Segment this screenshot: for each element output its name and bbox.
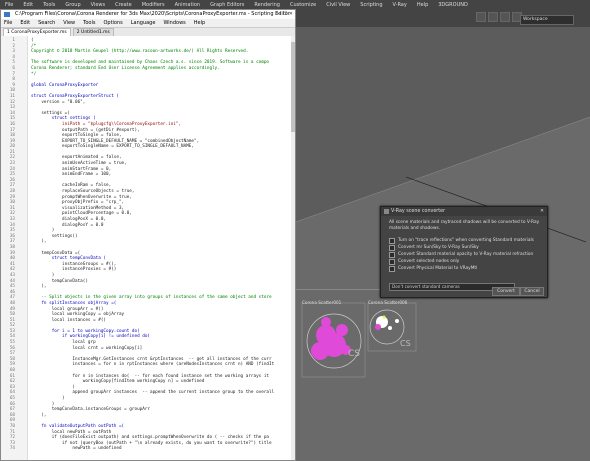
cancel-button[interactable]: Cancel xyxy=(520,287,544,296)
checkbox[interactable] xyxy=(389,252,395,258)
menu-item[interactable]: Animation xyxy=(170,2,206,8)
tool-icon[interactable] xyxy=(500,12,510,22)
menu-item[interactable]: Civil View xyxy=(321,2,355,8)
menu-item[interactable]: Edit xyxy=(18,2,38,8)
menu-item[interactable]: Modifiers xyxy=(137,2,170,8)
editor-app-icon xyxy=(4,12,10,17)
option-label: Turn on "trace reflections" when convert… xyxy=(398,238,534,243)
option-label: Convert Physical Material to VRayMtl xyxy=(398,266,478,271)
menu-item[interactable]: V-Ray xyxy=(388,2,412,8)
editor-menu-item[interactable]: Search xyxy=(38,19,55,27)
menu-item[interactable]: 3DGROUND xyxy=(433,2,473,8)
code-line: 74 newPath = undefined xyxy=(1,446,295,452)
scatter-label-2: Corona Scatter006 xyxy=(368,300,408,305)
menu-item[interactable]: Graph Editors xyxy=(205,2,249,8)
line-text: newPath = undefined xyxy=(31,446,122,452)
code-lines: 1(2/* 3 Copyright © 2018 Martin Geupel (ht… xyxy=(1,38,295,452)
tab-coronaproxyexporter[interactable]: 1 CoronaProxyExporter.ms xyxy=(3,28,71,36)
scripting-editor-window: C:\Program Files\Corona\Corona Renderer … xyxy=(0,9,296,461)
tool-icon[interactable] xyxy=(476,12,486,22)
menu-item[interactable]: Scripting xyxy=(355,2,387,8)
editor-menu-item[interactable]: Help xyxy=(194,19,205,27)
editor-menu-item[interactable]: Edit xyxy=(20,19,30,27)
option-label: Convert mr Sun/Sky to V-Ray Sun/Sky xyxy=(398,245,479,250)
menu-item[interactable]: File xyxy=(0,2,18,8)
tool-icon[interactable] xyxy=(488,12,498,22)
checkbox[interactable] xyxy=(389,238,395,244)
main-menu-bar: File Edit Tools Group Views Create Modifiers An… xyxy=(0,0,590,9)
line-number: 74 xyxy=(9,446,15,452)
checkbox[interactable] xyxy=(389,266,395,272)
checkbox[interactable] xyxy=(389,245,395,251)
window-controls-icon[interactable]: — ☐ ✕ xyxy=(276,10,293,19)
editor-menu-item[interactable]: File xyxy=(4,19,12,27)
editor-menu-item[interactable]: View xyxy=(63,19,75,27)
dialog-title-bar[interactable]: V-Ray scene converter ✕ xyxy=(381,207,547,216)
option-trace-reflections[interactable]: Turn on "trace reflections" when convert… xyxy=(389,238,534,244)
scrollbar-thumb[interactable] xyxy=(291,42,295,132)
menu-item[interactable]: Help xyxy=(412,2,433,8)
menu-item[interactable]: Group xyxy=(60,2,85,8)
editor-menu-item[interactable]: Windows xyxy=(163,19,185,27)
editor-menu-item[interactable]: Tools xyxy=(83,19,95,27)
main-toolbar: Workspace xyxy=(296,9,590,28)
menu-item[interactable]: Customize xyxy=(285,2,321,8)
option-convert-opacity[interactable]: Convert Standard material opacity to V-R… xyxy=(389,252,533,258)
editor-title-bar[interactable]: C:\Program Files\Corona\Corona Renderer … xyxy=(1,10,295,19)
workspace-dropdown[interactable]: Workspace xyxy=(520,15,574,25)
close-icon[interactable]: ✕ xyxy=(540,207,544,216)
editor-menu-item[interactable]: Options xyxy=(103,19,122,27)
editor-menu-bar: File Edit Search View Tools Options Language Wi… xyxy=(1,19,295,28)
editor-menu-item[interactable]: Language xyxy=(131,19,156,27)
option-label: Convert selected nodes only xyxy=(398,259,460,264)
scatter-label-1: Corona Scatter001 xyxy=(302,300,342,305)
menu-item[interactable]: Create xyxy=(110,2,137,8)
tab-untitled1[interactable]: 2 Untitled1.ms xyxy=(72,28,114,36)
convert-button[interactable]: Convert xyxy=(492,287,520,296)
cs-mark-2: CS xyxy=(400,339,411,348)
vray-converter-dialog: V-Ray scene converter ✕ All scene materi… xyxy=(380,206,548,298)
checkbox[interactable] xyxy=(389,259,395,265)
vray-icon xyxy=(384,209,389,214)
code-area[interactable]: 1(2/* 3 Copyright © 2018 Martin Geupel (ht… xyxy=(1,36,295,460)
menu-item[interactable]: Rendering xyxy=(249,2,285,8)
option-selected-only[interactable]: Convert selected nodes only xyxy=(389,259,459,265)
option-label: Convert Standard material opacity to V-R… xyxy=(398,252,534,257)
dialog-description: All scene materials and raytraced shadow… xyxy=(389,220,540,231)
option-convert-sunsky[interactable]: Convert mr Sun/Sky to V-Ray Sun/Sky xyxy=(389,245,479,251)
editor-scrollbar[interactable] xyxy=(291,36,295,460)
cs-mark-1: CS xyxy=(348,349,360,359)
dialog-title: V-Ray scene converter xyxy=(391,209,446,214)
option-physical-material[interactable]: Convert Physical Material to VRayMtl xyxy=(389,266,477,272)
menu-item[interactable]: Tools xyxy=(38,2,60,8)
menu-item[interactable]: Views xyxy=(86,2,110,8)
editor-title: C:\Program Files\Corona\Corona Renderer … xyxy=(15,11,290,17)
